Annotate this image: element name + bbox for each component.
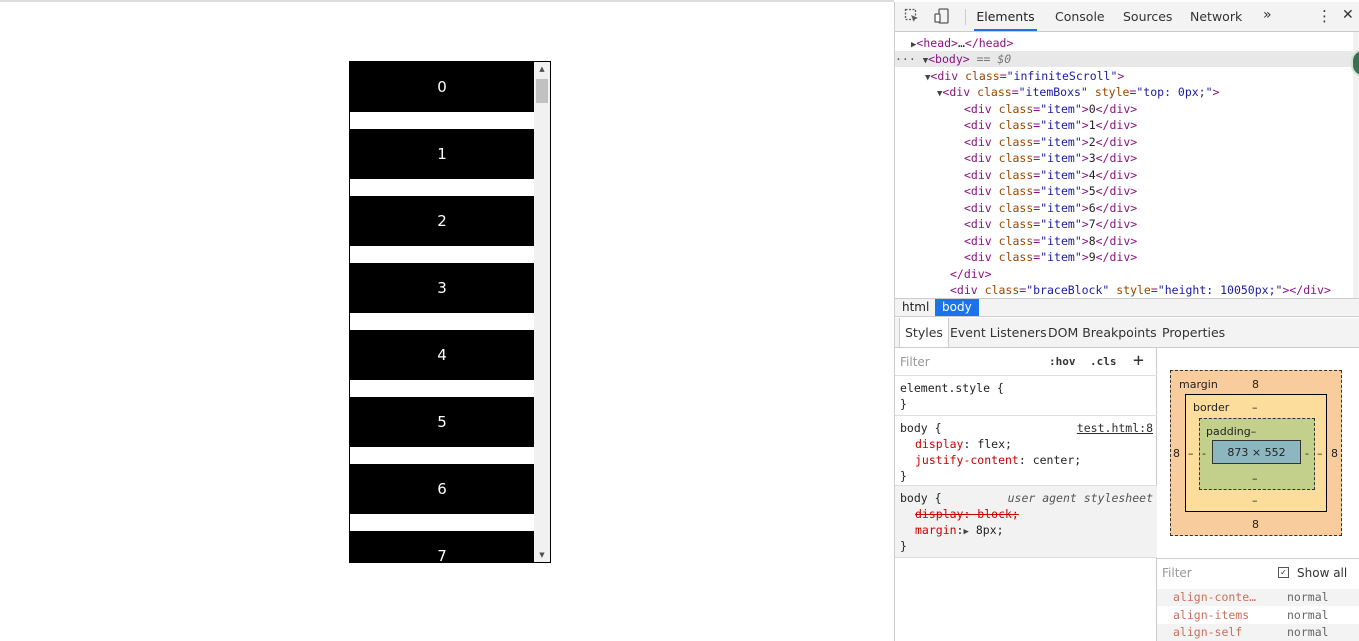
tab-sources[interactable]: Sources — [1123, 2, 1172, 31]
css-declaration-overridden: display: block; — [915, 507, 1019, 521]
rule-body-author: body { test.html:8 display: flex; justif… — [895, 416, 1157, 486]
styles-pane: Filter :hov .cls + element.style { } bod… — [895, 348, 1157, 641]
cls-toggle-button[interactable]: .cls — [1090, 355, 1117, 368]
rule-body-user-agent: body { user agent stylesheet display: bl… — [895, 486, 1157, 558]
content-size: 873 × 552 — [1227, 445, 1286, 459]
devtools-toolbar: Elements Console Sources Network » ⋮ ✕ — [895, 2, 1359, 32]
css-declaration: margin:▶ 8px; — [915, 523, 1004, 537]
styles-subtabs: Styles Event Listeners DOM Breakpoints P… — [895, 318, 1359, 348]
show-all-checkbox[interactable]: ✓ — [1278, 567, 1289, 578]
styles-filter-input[interactable]: Filter — [900, 355, 930, 369]
scroll-thumb[interactable] — [536, 79, 548, 103]
rule-source-link[interactable]: test.html:8 — [1077, 420, 1153, 436]
css-declaration[interactable]: justify-content: center; — [915, 452, 1081, 468]
scroll-down-arrow-icon[interactable]: ▼ — [534, 548, 550, 562]
computed-property[interactable]: align-items normal — [1157, 607, 1359, 624]
dom-node-item[interactable]: <div class="item">5</div> — [964, 183, 1359, 199]
dom-node-item[interactable]: <div class="item">0</div> — [964, 101, 1359, 117]
margin-top-value: 8 — [1252, 378, 1259, 391]
margin-label: margin — [1179, 378, 1218, 391]
device-toolbar-icon[interactable] — [933, 7, 951, 25]
border-bottom-value: – — [1252, 494, 1258, 507]
inspect-element-icon[interactable] — [903, 7, 921, 25]
dom-node-item-boxes[interactable]: ▼<div class="itemBoxs" style="top: 0px;"… — [937, 84, 1359, 100]
padding-bottom-value: – — [1252, 472, 1258, 485]
margin-bottom-value: 8 — [1252, 518, 1259, 531]
css-declaration[interactable]: display: flex; — [915, 436, 1012, 452]
computed-property[interactable]: align-conte… normal — [1157, 589, 1359, 606]
dom-node-item[interactable]: <div class="item">1</div> — [964, 117, 1359, 133]
padding-left-value: - — [1202, 447, 1206, 460]
border-label: border — [1193, 401, 1230, 414]
devtools-panel: Elements Console Sources Network » ⋮ ✕ ▶… — [894, 2, 1359, 641]
infinite-scroll-container[interactable]: 0 1 2 3 4 5 6 7 ▲ ▼ — [349, 61, 551, 563]
scroll-up-arrow-icon[interactable]: ▲ — [534, 62, 550, 76]
dom-node-item[interactable]: <div class="item">7</div> — [964, 216, 1359, 232]
margin-left-value: 8 — [1173, 447, 1180, 460]
padding-label: padding– — [1206, 425, 1257, 438]
close-brace: } — [900, 397, 907, 411]
dom-node-body[interactable]: ··· ▼<body> == $0 — [895, 51, 1359, 67]
computed-filter-input[interactable]: Filter — [1162, 566, 1192, 580]
page-viewport: 0 1 2 3 4 5 6 7 ▲ ▼ — [0, 2, 894, 641]
item-4: 4 — [350, 330, 534, 380]
styles-filter-row: Filter :hov .cls + — [895, 348, 1157, 376]
toolbar-divider — [965, 9, 966, 25]
tab-event-listeners[interactable]: Event Listeners — [950, 318, 1047, 347]
item-2: 2 — [350, 196, 534, 246]
close-brace: } — [900, 539, 907, 553]
tab-dom-breakpoints[interactable]: DOM Breakpoints — [1048, 318, 1157, 347]
element-style-selector[interactable]: element.style { — [900, 380, 1004, 396]
kebab-menu-icon[interactable]: ⋮ — [1317, 7, 1332, 25]
tab-styles[interactable]: Styles — [899, 318, 949, 347]
tab-console[interactable]: Console — [1055, 2, 1105, 31]
box-model-content[interactable]: 873 × 552 — [1212, 440, 1301, 464]
dom-node-item[interactable]: <div class="item">2</div> — [964, 134, 1359, 150]
item-7: 7 — [350, 531, 534, 562]
dom-node-head[interactable]: ▶<head>…</head> — [911, 35, 1359, 51]
expand-triangle-icon[interactable]: ▶ — [963, 527, 968, 537]
border-left-value: – — [1188, 447, 1194, 460]
tab-network[interactable]: Network — [1190, 2, 1242, 31]
rule-selector[interactable]: body { — [900, 420, 942, 436]
item-5: 5 — [350, 397, 534, 447]
close-icon[interactable]: ✕ — [1342, 7, 1354, 23]
dom-node-item[interactable]: <div class="item">6</div> — [964, 200, 1359, 216]
node-actions-icon[interactable]: ··· — [895, 52, 923, 66]
vertical-scrollbar[interactable]: ▲ ▼ — [534, 62, 550, 562]
tab-elements[interactable]: Elements — [974, 2, 1037, 31]
hov-toggle-button[interactable]: :hov — [1049, 355, 1076, 368]
item-3: 3 — [350, 263, 534, 313]
dom-node-close-div[interactable]: </div> — [950, 266, 1359, 282]
rule-selector: body { — [900, 491, 942, 505]
breadcrumb-body[interactable]: body — [935, 299, 979, 316]
margin-right-value: 8 — [1331, 447, 1338, 460]
show-all-label[interactable]: Show all — [1297, 566, 1347, 580]
computed-property[interactable]: align-self normal — [1157, 624, 1359, 641]
dom-node-infinite-scroll[interactable]: ▼<div class="infiniteScroll"> — [925, 68, 1359, 84]
rule-element-style: element.style { } — [895, 376, 1157, 416]
dom-node-item[interactable]: <div class="item">4</div> — [964, 167, 1359, 183]
dom-node-item[interactable]: <div class="item">3</div> — [964, 150, 1359, 166]
dom-node-item[interactable]: <div class="item">9</div> — [964, 249, 1359, 265]
computed-pane: Filter ✓ Show all align-conte… normal ali… — [1157, 558, 1359, 641]
dom-tree: ▶<head>…</head> ··· ▼<body> == $0 ▼<div … — [895, 32, 1359, 298]
border-top-value: – — [1252, 401, 1258, 414]
border-right-value: – — [1317, 447, 1323, 460]
close-brace: } — [900, 469, 907, 483]
item-6: 6 — [350, 464, 534, 514]
item-1: 1 — [350, 129, 534, 179]
tab-properties[interactable]: Properties — [1162, 318, 1225, 347]
dom-node-item[interactable]: <div class="item">8</div> — [964, 233, 1359, 249]
breadcrumb-html[interactable]: html — [895, 299, 936, 316]
breadcrumb: html body — [895, 298, 1359, 317]
padding-right-value: - — [1305, 447, 1309, 460]
item-0: 0 — [350, 62, 534, 112]
more-tabs-icon[interactable]: » — [1263, 7, 1272, 23]
add-rule-icon[interactable]: + — [1133, 350, 1144, 371]
rule-source-label: user agent stylesheet — [1007, 491, 1153, 505]
dom-node-brace-block[interactable]: <div class="braceBlock" style="height: 1… — [950, 282, 1359, 298]
box-model-diagram: 873 × 552 margin 8 8 8 8 border – – – – … — [1157, 348, 1359, 558]
